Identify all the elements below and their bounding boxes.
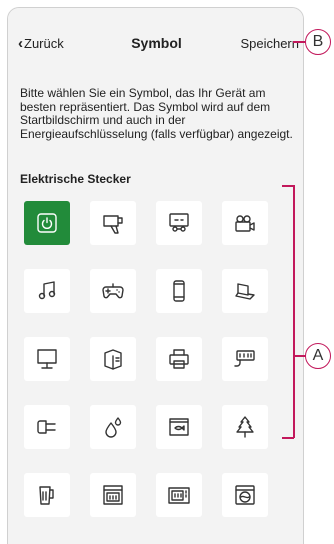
power-icon xyxy=(37,213,57,233)
callout-a: A xyxy=(305,343,331,369)
icon-tile-oven[interactable] xyxy=(90,473,136,517)
icon-grid xyxy=(24,201,284,517)
water-drops-icon xyxy=(105,417,122,438)
oven-icon xyxy=(103,485,123,505)
microwave-icon xyxy=(168,487,190,504)
christmas-tree-icon xyxy=(236,416,254,438)
icon-tile-monitor[interactable] xyxy=(24,337,70,381)
icon-tile-gamepad[interactable] xyxy=(90,269,136,313)
section-title: Elektrische Stecker xyxy=(20,172,131,186)
icon-tile-water-drops[interactable] xyxy=(90,405,136,449)
callout-a-bracket-bottom xyxy=(282,437,294,439)
icon-tile-video-camera[interactable] xyxy=(222,201,268,245)
video-camera-icon xyxy=(235,215,255,232)
laptop-icon xyxy=(235,283,255,300)
icon-tile-microwave[interactable] xyxy=(156,473,202,517)
callout-b-line xyxy=(293,41,305,43)
callout-b: B xyxy=(305,29,331,55)
save-button[interactable]: Speichern xyxy=(240,36,299,51)
aquarium-icon xyxy=(169,418,189,436)
icon-tile-power[interactable] xyxy=(24,201,70,245)
navigation-header: ‹ Zurück Symbol Speichern xyxy=(8,8,303,70)
hairdryer-icon xyxy=(103,215,123,234)
icon-tile-washing-machine[interactable] xyxy=(222,473,268,517)
gamepad-icon xyxy=(102,283,124,299)
icon-tile-game-console[interactable] xyxy=(156,201,202,245)
icon-tile-hairdryer[interactable] xyxy=(90,201,136,245)
monitor-icon xyxy=(37,349,57,369)
icon-tile-music[interactable] xyxy=(24,269,70,313)
printer-icon xyxy=(169,349,189,369)
plug-icon xyxy=(37,420,56,434)
icon-tile-phone[interactable] xyxy=(156,269,202,313)
kettle-icon xyxy=(39,486,54,505)
phone-screen: ‹ Zurück Symbol Speichern Bitte wählen S… xyxy=(7,7,304,544)
icon-tile-christmas-tree[interactable] xyxy=(222,405,268,449)
icon-tile-laptop[interactable] xyxy=(222,269,268,313)
icon-tile-power-strip[interactable] xyxy=(222,337,268,381)
icon-tile-printer[interactable] xyxy=(156,337,202,381)
description-text: Bitte wählen Sie ein Symbol, das Ihr Ger… xyxy=(20,86,293,141)
washing-machine-icon xyxy=(235,485,255,505)
phone-icon xyxy=(173,280,185,302)
icon-tile-plug[interactable] xyxy=(24,405,70,449)
icon-tile-aquarium[interactable] xyxy=(156,405,202,449)
icon-tile-computer-tower[interactable] xyxy=(90,337,136,381)
icon-tile-kettle[interactable] xyxy=(24,473,70,517)
music-icon xyxy=(38,281,56,300)
computer-tower-icon xyxy=(104,349,122,370)
game-console-icon xyxy=(169,213,189,232)
callout-a-bracket-vertical xyxy=(293,185,295,438)
power-strip-icon xyxy=(234,350,255,367)
